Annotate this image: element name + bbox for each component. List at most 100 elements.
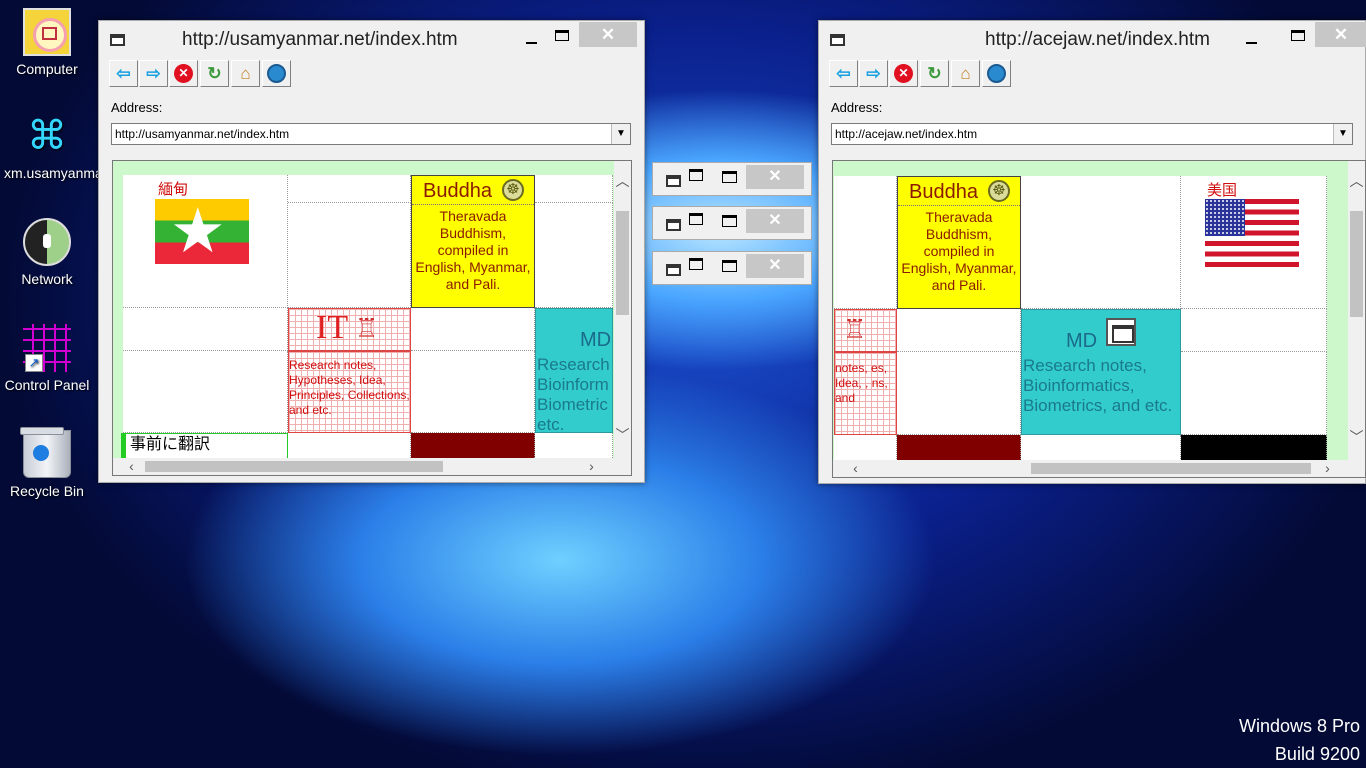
horizontal-scrollbar[interactable]: ‹ › bbox=[833, 460, 1365, 477]
search-button[interactable] bbox=[982, 60, 1011, 87]
back-button[interactable]: ⇦ bbox=[109, 60, 138, 87]
desktop-icon-usamyanmar[interactable]: ⌘ xm.usamyanmar.net bbox=[0, 112, 130, 183]
window-app-icon[interactable] bbox=[110, 34, 125, 46]
chevron-down-icon: ▼ bbox=[1338, 128, 1348, 139]
scroll-thumb[interactable] bbox=[1031, 463, 1311, 474]
desktop-icon-recycle-bin[interactable]: Recycle Bin bbox=[0, 427, 94, 501]
window-app-icon[interactable] bbox=[666, 264, 681, 276]
address-input[interactable]: http://usamyanmar.net/index.htm ▼ bbox=[111, 123, 631, 145]
dark-red-cell bbox=[897, 435, 1021, 461]
maximize-button[interactable] bbox=[722, 171, 737, 183]
flag-cell: 緬甸 ★ bbox=[123, 175, 288, 308]
empty-cell bbox=[123, 351, 288, 433]
desktop-icon-network[interactable]: Network bbox=[0, 218, 94, 289]
forward-icon: ⇨ bbox=[146, 63, 161, 83]
restore-button[interactable] bbox=[689, 258, 703, 270]
desktop-icon-computer[interactable]: Computer bbox=[0, 8, 94, 79]
restore-button[interactable] bbox=[689, 169, 703, 181]
empty-cell bbox=[288, 175, 411, 203]
buddha-description: Theravada Buddhism, compiled in English,… bbox=[901, 209, 1017, 293]
empty-cell bbox=[123, 308, 288, 351]
minimized-window-2[interactable]: ✕ bbox=[652, 206, 812, 240]
it-description-cell[interactable]: Research notes, Hypotheses, Idea, Princi… bbox=[288, 351, 411, 433]
refresh-button[interactable]: ↻ bbox=[920, 60, 949, 87]
scroll-down-icon[interactable]: ﹀ bbox=[1348, 429, 1365, 446]
title-bar[interactable]: http://usamyanmar.net/index.htm ✕ bbox=[99, 21, 644, 58]
window-app-icon[interactable] bbox=[666, 219, 681, 231]
scroll-right-icon[interactable]: › bbox=[583, 458, 600, 475]
scroll-thumb[interactable] bbox=[616, 211, 629, 315]
scroll-up-icon[interactable]: ︿ bbox=[1348, 173, 1365, 190]
back-button[interactable]: ⇦ bbox=[829, 60, 858, 87]
horizontal-scrollbar[interactable]: ‹ › bbox=[113, 458, 631, 475]
scroll-thumb[interactable] bbox=[1350, 211, 1363, 317]
scroll-up-icon[interactable]: ︿ bbox=[614, 173, 631, 190]
address-input[interactable]: http://acejaw.net/index.htm ▼ bbox=[831, 123, 1353, 145]
close-button[interactable]: ✕ bbox=[746, 254, 804, 278]
address-label: Address: bbox=[111, 100, 163, 115]
close-button[interactable]: ✕ bbox=[746, 165, 804, 189]
desktop-icon-label: Computer bbox=[16, 61, 78, 77]
window-app-icon[interactable] bbox=[666, 175, 681, 187]
scroll-down-icon[interactable]: ﹀ bbox=[614, 427, 631, 444]
restore-button[interactable] bbox=[689, 213, 703, 225]
scroll-left-icon[interactable]: ‹ bbox=[123, 458, 140, 475]
md-title: MD bbox=[1066, 330, 1098, 352]
chevron-down-icon: ▼ bbox=[616, 128, 626, 139]
empty-cell bbox=[897, 309, 1021, 352]
control-panel-icon bbox=[23, 324, 71, 372]
window-app-icon[interactable] bbox=[830, 34, 845, 46]
myanmar-flag-image[interactable]: ★ bbox=[155, 199, 249, 264]
it-cell[interactable]: IT ♖ bbox=[288, 308, 411, 351]
close-button[interactable]: ✕ bbox=[746, 209, 804, 233]
minimize-button[interactable] bbox=[524, 30, 540, 50]
minimize-button[interactable] bbox=[1244, 30, 1260, 50]
scroll-thumb[interactable] bbox=[145, 461, 443, 472]
robot-icon: ♖ bbox=[843, 314, 867, 344]
close-button[interactable]: ✕ bbox=[579, 22, 637, 47]
translate-button[interactable]: 事前に翻訳 bbox=[121, 433, 288, 460]
forward-button[interactable]: ⇨ bbox=[139, 60, 168, 87]
windows-build-watermark: Build 9200 bbox=[1274, 744, 1360, 764]
maximize-button[interactable] bbox=[555, 30, 569, 41]
refresh-button[interactable]: ↻ bbox=[200, 60, 229, 87]
empty-cell bbox=[288, 433, 411, 460]
it-cell[interactable]: ♖ bbox=[834, 309, 897, 352]
it-description-cell[interactable]: notes, es, Idea, , ns, and bbox=[834, 352, 897, 435]
maximize-button[interactable] bbox=[722, 215, 737, 227]
md-cell[interactable]: MD Research notes, Bioinformatics, Biome… bbox=[1021, 309, 1181, 435]
address-dropdown-button[interactable]: ▼ bbox=[611, 124, 630, 144]
buddha-cell[interactable]: Buddha ☸ Theravada Buddhism, compiled in… bbox=[897, 176, 1021, 309]
empty-cell bbox=[1021, 176, 1181, 309]
page-content[interactable]: 緬甸 ★ Buddha ☸ Theravada Buddhism, compil… bbox=[112, 160, 632, 476]
scroll-right-icon[interactable]: › bbox=[1319, 460, 1336, 477]
title-bar[interactable]: http://acejaw.net/index.htm ✕ bbox=[819, 21, 1366, 58]
home-button[interactable]: ⌂ bbox=[231, 60, 260, 87]
minimized-window-1[interactable]: ✕ bbox=[652, 162, 812, 196]
forward-button[interactable]: ⇨ bbox=[859, 60, 888, 87]
md-cell[interactable]: MD Research Bioinform Biometric etc. bbox=[535, 308, 613, 433]
stop-button[interactable]: ✕ bbox=[169, 60, 198, 87]
us-flag-image[interactable] bbox=[1205, 199, 1299, 267]
flag-canton bbox=[1205, 199, 1245, 236]
recycle-bin-icon bbox=[20, 427, 71, 478]
desktop-icon-control-panel[interactable]: Control Panel bbox=[0, 324, 94, 395]
scroll-left-icon[interactable]: ‹ bbox=[847, 460, 864, 477]
stop-button[interactable]: ✕ bbox=[889, 60, 918, 87]
maximize-button[interactable] bbox=[1291, 30, 1305, 41]
buddha-cell[interactable]: Buddha ☸ Theravada Buddhism, compiled in… bbox=[411, 175, 535, 308]
search-button[interactable] bbox=[262, 60, 291, 87]
divider bbox=[898, 205, 1020, 206]
robot-icon: ♖ bbox=[355, 313, 379, 343]
vertical-scrollbar[interactable]: ︿ ﹀ bbox=[1348, 161, 1365, 461]
address-dropdown-button[interactable]: ▼ bbox=[1333, 124, 1352, 144]
empty-cell bbox=[1181, 309, 1327, 352]
vertical-scrollbar[interactable]: ︿ ﹀ bbox=[614, 161, 631, 459]
close-button[interactable]: ✕ bbox=[1315, 22, 1366, 47]
maximize-button[interactable] bbox=[722, 260, 737, 272]
dharma-wheel-icon: ☸ bbox=[502, 179, 524, 201]
minimized-window-3[interactable]: ✕ bbox=[652, 251, 812, 285]
page-content[interactable]: Buddha ☸ Theravada Buddhism, compiled in… bbox=[832, 160, 1366, 478]
home-button[interactable]: ⌂ bbox=[951, 60, 980, 87]
dark-red-cell bbox=[411, 433, 535, 460]
